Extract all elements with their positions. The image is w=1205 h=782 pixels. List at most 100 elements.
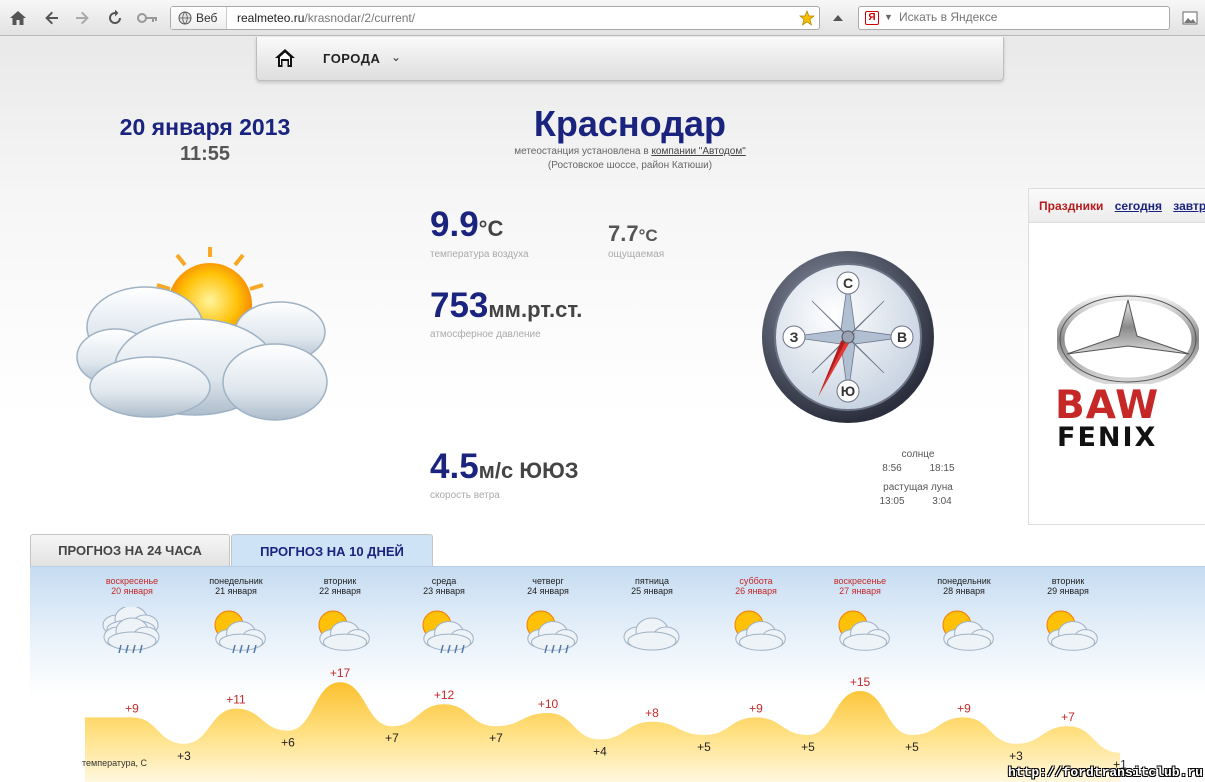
city-title: Краснодар — [533, 103, 727, 144]
pressure-unit: мм.рт.ст. — [488, 297, 583, 322]
pressure-caption: атмосферное давление — [430, 329, 541, 340]
compass-north: С — [843, 275, 853, 291]
feels-like-unit: °С — [638, 226, 658, 245]
day-temperature: +7 — [1061, 710, 1075, 724]
moonset-time: 3:04 — [932, 496, 952, 507]
search-input[interactable] — [899, 10, 1159, 24]
ad-model[interactable]: FENIX — [1057, 422, 1157, 453]
forecast-weekday: воскресенье — [105, 576, 159, 586]
forecast-weekday: четверг — [532, 576, 564, 586]
tab-24-hours[interactable]: ПРОГНОЗ НА 24 ЧАСА — [30, 534, 230, 566]
day-temperature: +9 — [957, 701, 971, 715]
yandex-icon[interactable]: Я — [865, 11, 879, 25]
air-temperature-caption: температура воздуха — [430, 249, 529, 260]
sun-cloud-rain-icon — [526, 610, 578, 654]
wind-speed: 4.5м/с ЮЮЗ — [430, 447, 579, 487]
current-date: 20 января 2013 — [119, 114, 291, 140]
forecast-date: 28 января — [943, 586, 985, 596]
history-dropdown-icon[interactable] — [828, 8, 848, 28]
back-icon[interactable] — [42, 8, 62, 28]
forecast-date: 26 января — [735, 586, 777, 596]
day-temperature: +11 — [226, 693, 246, 707]
compass-east: В — [897, 329, 907, 345]
forecast-weekday: понедельник — [209, 576, 263, 586]
pressure-value: 753 — [430, 286, 489, 325]
baw-logo-icon[interactable] — [1057, 294, 1199, 384]
site-identity[interactable]: Веб — [171, 7, 227, 29]
night-temperature: +5 — [697, 740, 711, 754]
night-temperature: +7 — [489, 731, 503, 745]
cloud-icon — [623, 617, 680, 651]
sun-cloud-rain-icon — [214, 610, 266, 654]
forecast-day-label: воскресенье 20 января — [82, 576, 182, 596]
cities-menu[interactable]: ГОРОДА — [323, 51, 380, 66]
night-temperature: +5 — [801, 740, 815, 754]
forecast-day-label: пятница 25 января — [602, 576, 702, 596]
key-icon[interactable] — [136, 8, 160, 28]
forecast-weekday: среда — [431, 576, 457, 586]
tab-10-days[interactable]: ПРОГНОЗ НА 10 ДНЕЙ — [231, 534, 433, 567]
day-temperature: +8 — [645, 706, 659, 720]
forecast-date: 20 января — [111, 586, 153, 596]
night-temperature: +4 — [593, 744, 607, 758]
forecast-day-label: понедельник 28 января — [914, 576, 1014, 596]
forecast-weekday: вторник — [323, 576, 357, 586]
chevron-down-icon[interactable]: ⌄ — [391, 50, 401, 64]
forecast-day-label: четверг 24 января — [498, 576, 598, 596]
sun-cloud-icon — [1046, 610, 1098, 651]
sun-cloud-icon — [734, 610, 786, 651]
reload-icon[interactable] — [105, 8, 125, 28]
globe-icon — [178, 11, 192, 25]
browser-toolbar: Веб realmeteo.ru/krasnodar/2/current/ Я … — [0, 0, 1205, 36]
address-bar[interactable]: Веб realmeteo.ru/krasnodar/2/current/ — [170, 6, 820, 30]
forward-icon[interactable] — [72, 8, 92, 28]
site-home-icon[interactable] — [273, 46, 297, 70]
holidays-panel: Праздники сегодня завтра BAW FENIX — [1028, 188, 1205, 525]
bookmark-star-icon[interactable] — [799, 10, 815, 26]
current-time: 11:55 — [179, 143, 231, 165]
holidays-tomorrow-link[interactable]: завтра — [1173, 199, 1205, 213]
cloud-rain-icon — [102, 607, 160, 654]
forecast-day-label: вторник 29 января — [1018, 576, 1118, 596]
pressure: 753мм.рт.ст. — [430, 286, 582, 326]
forecast-weekday: вторник — [1051, 576, 1085, 586]
identity-label: Веб — [196, 11, 218, 25]
compass-west: З — [790, 329, 799, 345]
wind-compass-icon: С В Ю З — [762, 251, 934, 423]
moonrise-time: 13:05 — [879, 496, 905, 507]
air-temperature-unit: °С — [478, 216, 504, 241]
night-temperature: +3 — [1009, 749, 1023, 763]
forecast-date: 24 января — [527, 586, 569, 596]
image-icon[interactable] — [1180, 8, 1200, 28]
forecast-weekday: суббота — [739, 576, 773, 586]
sun-cloud-icon — [838, 610, 890, 651]
night-temperature: +6 — [281, 736, 295, 750]
wind-speed-caption: скорость ветра — [430, 490, 500, 501]
night-temperature: +7 — [385, 731, 399, 745]
home-icon[interactable] — [8, 8, 28, 28]
forecast-panel: +9 +3 +11 +6 +17 +7 +12 +7 +10 +4 +8 +5 +9 +5 +15 +5 +9 +… — [30, 566, 1205, 782]
day-temperature: +9 — [749, 701, 763, 715]
station-info: метеостанция установлена в компании "Авт… — [430, 146, 830, 157]
sun-cloud-icon — [76, 247, 328, 421]
search-bar[interactable]: Я ▼ — [858, 6, 1170, 30]
top-navbar: ГОРОДА ⌄ — [256, 37, 1004, 81]
url-path: /krasnodar/2/current/ — [304, 11, 416, 25]
sunset-time: 18:15 — [929, 463, 955, 474]
search-engine-dropdown-icon[interactable]: ▼ — [884, 12, 893, 22]
station-link[interactable]: компании "Автодом" — [651, 146, 745, 157]
url-host: realmeteo.ru — [237, 11, 305, 25]
forecast-date: 23 января — [423, 586, 465, 596]
holidays-today-link[interactable]: сегодня — [1115, 199, 1162, 213]
sun-cloud-rain-icon — [422, 610, 474, 654]
day-temperature: +17 — [330, 667, 351, 680]
feels-like: 7.7°С — [608, 221, 658, 247]
url-text[interactable]: realmeteo.ru/krasnodar/2/current/ — [237, 11, 415, 25]
day-temperature: +15 — [850, 675, 871, 689]
air-temperature: 9.9°С — [430, 205, 503, 245]
compass-south: Ю — [841, 383, 855, 399]
wind-speed-unit: м/с ЮЮЗ — [478, 458, 579, 483]
station-prefix: метеостанция установлена в — [514, 146, 649, 157]
feels-like-value: 7.7 — [608, 221, 639, 246]
station-address: (Ростовское шоссе, район Катюши) — [547, 160, 713, 171]
